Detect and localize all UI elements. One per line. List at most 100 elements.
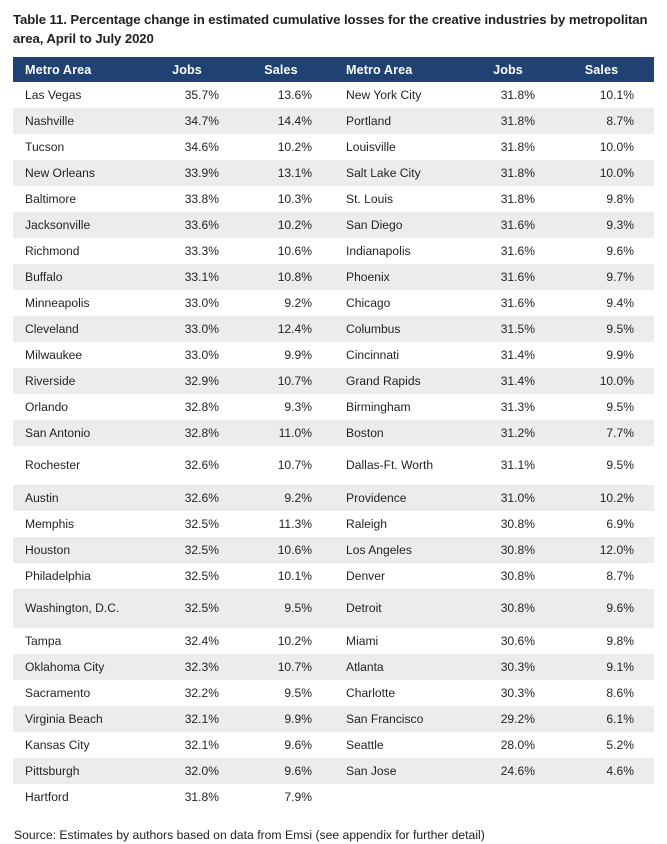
cell-metro-left: Minneapolis: [13, 289, 146, 317]
cell-jobs-left: 32.5%: [146, 562, 236, 590]
cell-sales-left: 10.6%: [236, 237, 334, 265]
table-row: Richmond 33.3% 10.6% Indianapolis 31.6% 9.6%: [13, 237, 654, 265]
cell-sales-left: 10.2%: [236, 133, 334, 161]
cell-jobs-right: 28.0%: [467, 731, 557, 759]
cell-jobs-right: 31.8%: [467, 133, 557, 161]
cell-jobs-right: 31.6%: [467, 237, 557, 265]
cell-metro-left: Rochester: [13, 445, 146, 486]
cell-metro-right: Detroit: [334, 588, 467, 629]
cell-jobs-left: 32.1%: [146, 731, 236, 759]
cell-jobs-left: 32.1%: [146, 705, 236, 733]
cell-sales-left: 9.2%: [236, 484, 334, 512]
cell-jobs-right: 31.0%: [467, 484, 557, 512]
cell-metro-left: Las Vegas: [13, 82, 146, 109]
cell-metro-right: Providence: [334, 484, 467, 512]
cell-jobs-left: 32.8%: [146, 393, 236, 421]
cell-jobs-right: 31.8%: [467, 107, 557, 135]
cell-metro-left: San Antonio: [13, 419, 146, 447]
cell-jobs-left: 32.0%: [146, 757, 236, 785]
cell-metro-right: San Francisco: [334, 705, 467, 733]
cell-metro-left: Hartford: [13, 783, 146, 811]
header-row: Metro Area Jobs Sales Metro Area Jobs Sa…: [13, 57, 654, 83]
cell-jobs-left: 31.8%: [146, 783, 236, 811]
cell-jobs-left: 33.0%: [146, 315, 236, 343]
cell-sales-left: 10.1%: [236, 562, 334, 590]
cell-jobs-left: 33.3%: [146, 237, 236, 265]
cell-jobs-left: 34.6%: [146, 133, 236, 161]
table-row: Cleveland 33.0% 12.4% Columbus 31.5% 9.5%: [13, 315, 654, 343]
table-row: Buffalo 33.1% 10.8% Phoenix 31.6% 9.7%: [13, 263, 654, 291]
cell-sales-right: 5.2%: [557, 731, 654, 759]
cell-sales-left: 9.6%: [236, 731, 334, 759]
cell-sales-right: 9.8%: [557, 185, 654, 213]
cell-sales-right: 9.7%: [557, 263, 654, 291]
cell-metro-left: Milwaukee: [13, 341, 146, 369]
cell-sales-right: 6.1%: [557, 705, 654, 733]
cell-sales-right: 8.7%: [557, 107, 654, 135]
cell-metro-left: Philadelphia: [13, 562, 146, 590]
table-row: Minneapolis 33.0% 9.2% Chicago 31.6% 9.4%: [13, 289, 654, 317]
cell-sales-right: 9.6%: [557, 237, 654, 265]
cell-sales-right: 9.1%: [557, 653, 654, 681]
cell-jobs-right: 30.8%: [467, 562, 557, 590]
cell-jobs-left: 32.3%: [146, 653, 236, 681]
cell-sales-left: 10.2%: [236, 627, 334, 655]
cell-metro-left: Buffalo: [13, 263, 146, 291]
cell-sales-right: 9.9%: [557, 341, 654, 369]
table-row: New Orleans 33.9% 13.1% Salt Lake City 31.8%…: [13, 159, 654, 187]
cell-jobs-left: 35.7%: [146, 82, 236, 109]
cell-metro-left: Baltimore: [13, 185, 146, 213]
cell-sales-left: 10.6%: [236, 536, 334, 564]
cell-sales-right: 10.2%: [557, 484, 654, 512]
cell-metro-right: Atlanta: [334, 653, 467, 681]
cell-sales-left: 9.3%: [236, 393, 334, 421]
cell-jobs-left: 33.6%: [146, 211, 236, 239]
table-row: Pittsburgh 32.0% 9.6% San Jose 24.6% 4.6%: [13, 757, 654, 785]
cell-sales-right: 8.7%: [557, 562, 654, 590]
page-title: Table 11. Percentage change in estimated…: [13, 12, 648, 47]
cell-metro-right: Charlotte: [334, 679, 467, 707]
table-row: Philadelphia 32.5% 10.1% Denver 30.8% 8.7%: [13, 562, 654, 590]
table-row: Hartford 31.8% 7.9%: [13, 783, 654, 811]
table-row: Las Vegas 35.7% 13.6% New York City 31.8% 10.…: [13, 82, 654, 109]
cell-sales-right: 9.8%: [557, 627, 654, 655]
cell-metro-left: Tampa: [13, 627, 146, 655]
cell-sales-left: 9.5%: [236, 588, 334, 629]
cell-metro-right: Phoenix: [334, 263, 467, 291]
table-row: Washington, D.C. 32.5% 9.5% Detroit 30.8% 9.6…: [13, 588, 654, 629]
cell-jobs-left: 33.0%: [146, 341, 236, 369]
table-body: Las Vegas 35.7% 13.6% New York City 31.8% 10.…: [13, 82, 654, 811]
cell-metro-right: Raleigh: [334, 510, 467, 538]
cell-jobs-right: 31.2%: [467, 419, 557, 447]
cell-jobs-left: 33.9%: [146, 159, 236, 187]
cell-metro-left: Memphis: [13, 510, 146, 538]
cell-metro-right: Portland: [334, 107, 467, 135]
cell-metro-right: New York City: [334, 82, 467, 109]
cell-metro-left: Oklahoma City: [13, 653, 146, 681]
cell-metro-right: Los Angeles: [334, 536, 467, 564]
cell-sales-left: 14.4%: [236, 107, 334, 135]
cell-metro-right: Grand Rapids: [334, 367, 467, 395]
cell-jobs-right: 31.6%: [467, 211, 557, 239]
table-row: Rochester 32.6% 10.7% Dallas-Ft. Worth 31.1%…: [13, 445, 654, 486]
table-row: Tampa 32.4% 10.2% Miami 30.6% 9.8%: [13, 627, 654, 655]
cell-sales-left: 11.3%: [236, 510, 334, 538]
cell-metro-left: Orlando: [13, 393, 146, 421]
cell-jobs-right: 31.8%: [467, 82, 557, 109]
table-row: Riverside 32.9% 10.7% Grand Rapids 31.4% 10.0…: [13, 367, 654, 395]
cell-metro-left: Houston: [13, 536, 146, 564]
table-row: Milwaukee 33.0% 9.9% Cincinnati 31.4% 9.9%: [13, 341, 654, 369]
cell-jobs-right: 30.3%: [467, 679, 557, 707]
cell-sales-right: 7.7%: [557, 419, 654, 447]
table-page: Table 11. Percentage change in estimated…: [0, 0, 667, 844]
cell-sales-right: 4.6%: [557, 757, 654, 785]
cell-sales-left: 10.3%: [236, 185, 334, 213]
column-header-metro-right: Metro Area: [334, 57, 467, 83]
cell-jobs-left: 34.7%: [146, 107, 236, 135]
table-row: Orlando 32.8% 9.3% Birmingham 31.3% 9.5%: [13, 393, 654, 421]
cell-metro-right: Dallas-Ft. Worth: [334, 445, 467, 486]
cell-sales-left: 9.9%: [236, 341, 334, 369]
cell-sales-right: 9.5%: [557, 393, 654, 421]
cell-metro-left: Washington, D.C.: [13, 588, 146, 629]
cell-sales-right: 10.0%: [557, 367, 654, 395]
